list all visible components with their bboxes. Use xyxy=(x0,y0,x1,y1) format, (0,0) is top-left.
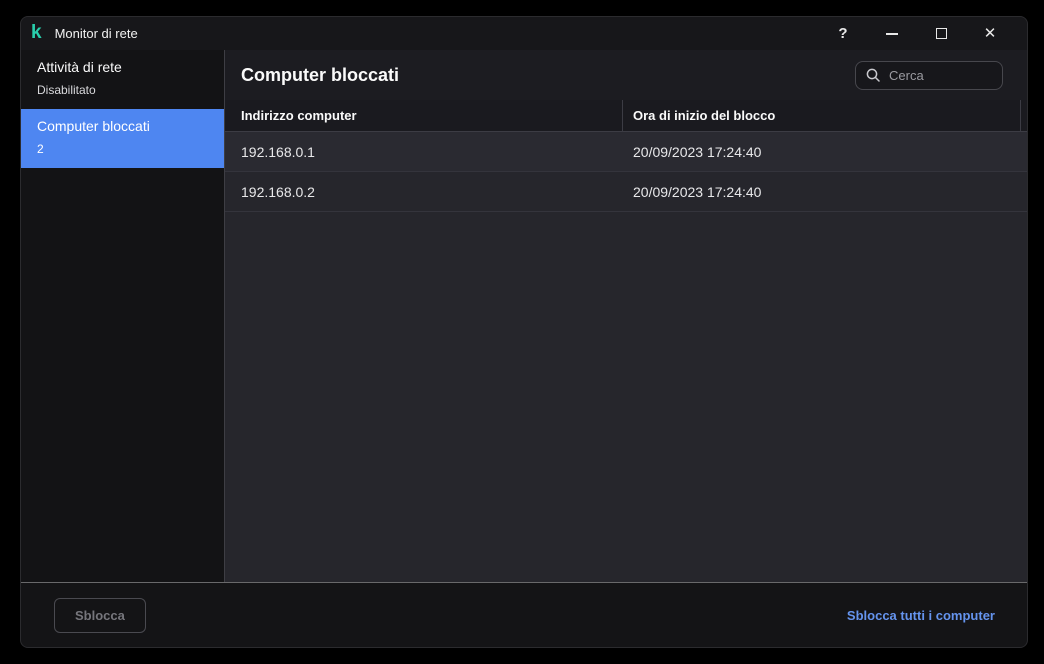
table-row[interactable]: 192.168.0.2 20/09/2023 17:24:40 xyxy=(225,172,1027,212)
search-box[interactable] xyxy=(855,60,1003,90)
close-icon: ✕ xyxy=(983,25,997,42)
main-header: Computer bloccati xyxy=(225,50,1027,100)
titlebar: k Monitor di rete ? ✕ xyxy=(21,17,1027,50)
network-monitor-window: k Monitor di rete ? ✕ Attività di rete D… xyxy=(20,16,1028,648)
minimize-button[interactable] xyxy=(877,21,907,47)
window-body: Attività di rete Disabilitato Computer b… xyxy=(21,50,1027,582)
help-button[interactable]: ? xyxy=(828,21,858,47)
column-header-address: Indirizzo computer xyxy=(225,100,623,131)
close-button[interactable]: ✕ xyxy=(975,21,1005,47)
sidebar-item-label: Attività di rete xyxy=(37,59,122,75)
table-empty-area xyxy=(225,212,1027,582)
unlock-all-computers-link[interactable]: Sblocca tutti i computer xyxy=(847,608,995,623)
table-row[interactable]: 192.168.0.1 20/09/2023 17:24:40 xyxy=(225,132,1027,172)
minimize-icon xyxy=(886,32,898,35)
sidebar-item-blocked-computers[interactable]: Computer bloccati 2 xyxy=(21,109,224,168)
search-input[interactable] xyxy=(889,67,992,83)
sidebar-item-network-activity[interactable]: Attività di rete Disabilitato xyxy=(21,50,224,109)
unlock-button[interactable]: Sblocca xyxy=(54,597,146,633)
cell-address: 192.168.0.1 xyxy=(241,143,315,160)
sidebar: Attività di rete Disabilitato Computer b… xyxy=(21,50,225,582)
cell-address: 192.168.0.2 xyxy=(241,183,315,200)
sidebar-item-status: Disabilitato xyxy=(37,83,96,97)
maximize-button[interactable] xyxy=(926,21,956,47)
kaspersky-logo-icon: k xyxy=(31,22,42,43)
footer-bar: Sblocca Sblocca tutti i computer xyxy=(21,582,1027,647)
column-header-block-start-time: Ora di inizio del blocco xyxy=(623,100,1021,131)
maximize-icon xyxy=(935,28,947,39)
sidebar-item-count: 2 xyxy=(37,142,44,156)
page-title: Computer bloccati xyxy=(241,64,400,85)
cell-block-time: 20/09/2023 17:24:40 xyxy=(633,143,762,160)
window-title: Monitor di rete xyxy=(54,26,138,41)
sidebar-item-label: Computer bloccati xyxy=(37,118,150,134)
search-icon xyxy=(866,68,880,82)
main-panel: Computer bloccati Indirizzo computer Ora… xyxy=(225,50,1027,582)
table-header: Indirizzo computer Ora di inizio del blo… xyxy=(225,100,1027,132)
cell-block-time: 20/09/2023 17:24:40 xyxy=(633,183,762,200)
